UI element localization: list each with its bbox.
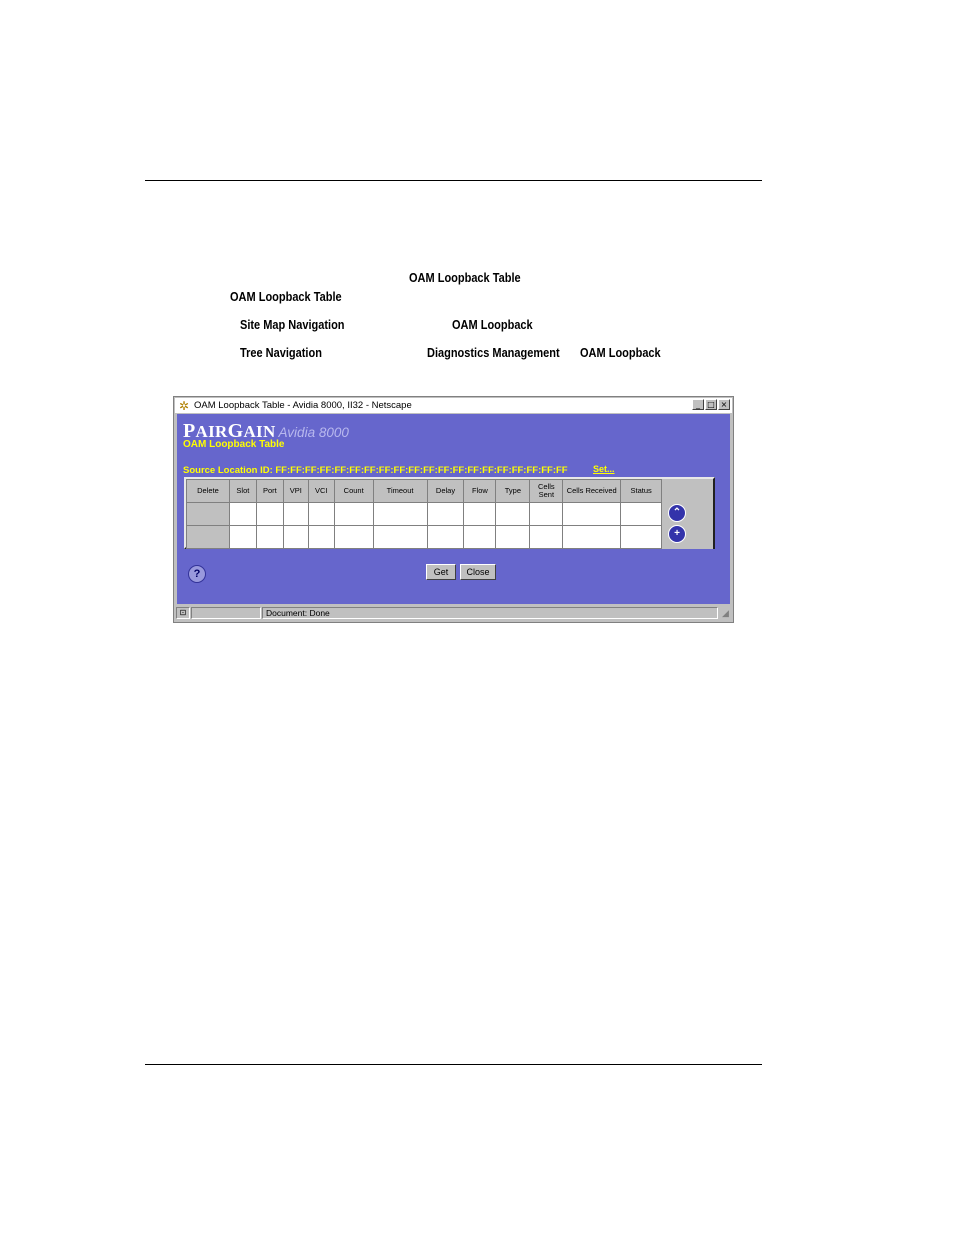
security-lock-cell: ⊡	[176, 607, 190, 619]
column-header: VPI	[282, 479, 309, 503]
delete-cell[interactable]	[186, 525, 230, 549]
doc-site-map-target: OAM Loopback	[452, 318, 533, 332]
table-cell[interactable]	[463, 502, 497, 526]
table-cell[interactable]	[282, 502, 309, 526]
table-cell[interactable]	[529, 502, 564, 526]
table-cell[interactable]	[307, 525, 335, 549]
table-cell[interactable]	[333, 525, 374, 549]
top-rule	[145, 180, 762, 181]
table-cell[interactable]	[372, 525, 428, 549]
table-cell[interactable]	[562, 502, 622, 526]
add-row-button[interactable]: +	[668, 525, 686, 543]
question-mark-icon: ?	[193, 568, 201, 580]
doc-tree-menu: Diagnostics Management	[427, 346, 560, 360]
double-chevron-up-icon: ⌃	[672, 507, 682, 518]
set-source-link[interactable]: Set...	[593, 464, 615, 474]
column-header: Type	[495, 479, 531, 503]
close-window-button[interactable]: ×	[718, 399, 730, 410]
maximize-button[interactable]: □	[705, 399, 717, 410]
netscape-icon: ✲	[178, 398, 190, 413]
table-cell[interactable]	[228, 502, 257, 526]
column-header: Port	[255, 479, 284, 503]
table-cell[interactable]	[307, 502, 335, 526]
column-header: Cells Sent	[529, 479, 564, 503]
bottom-rule	[145, 1064, 762, 1065]
column-header: Delay	[426, 479, 465, 503]
plus-icon: +	[674, 528, 680, 539]
table-cell[interactable]	[620, 502, 663, 526]
table-cell[interactable]	[620, 525, 663, 549]
table-cell[interactable]	[426, 502, 465, 526]
oam-loopback-table: Delete Slot Port VPI VCI Count Timeout Delay Flo…	[184, 477, 715, 549]
table-cell[interactable]	[426, 525, 465, 549]
column-header: Cells Received	[562, 479, 622, 503]
column-header: Count	[333, 479, 374, 503]
lock-icon: ⊡	[179, 608, 187, 617]
table-cell[interactable]	[255, 525, 284, 549]
table-row	[186, 525, 713, 549]
delete-cell[interactable]	[186, 502, 230, 526]
page-content: PAIRGAIN Avidia 8000 OAM Loopback Table S…	[177, 414, 730, 604]
table-cell[interactable]	[372, 502, 428, 526]
column-header: Flow	[463, 479, 497, 503]
column-header: Timeout	[372, 479, 428, 503]
table-cell[interactable]	[495, 525, 531, 549]
column-header: Slot	[228, 479, 257, 503]
table-cell[interactable]	[562, 525, 622, 549]
doc-site-map-label: Site Map Navigation	[240, 318, 345, 332]
column-header: Status	[620, 479, 663, 503]
progress-cell	[191, 607, 261, 619]
column-header: Delete	[186, 479, 230, 503]
product-name: Avidia 8000	[278, 425, 349, 440]
table-cell[interactable]	[463, 525, 497, 549]
resize-grip-icon[interactable]: ◢	[720, 608, 731, 619]
doc-tree-label: Tree Navigation	[240, 346, 322, 360]
title-bar: ✲ OAM Loopback Table - Avidia 8000, II32…	[175, 398, 732, 413]
scroll-up-button[interactable]: ⌃	[668, 504, 686, 522]
table-cell[interactable]	[282, 525, 309, 549]
minimize-button[interactable]: _	[692, 399, 704, 410]
table-cell[interactable]	[228, 525, 257, 549]
source-location-id: Source Location ID: FF:FF:FF:FF:FF:FF:FF…	[183, 465, 568, 476]
scroll-column	[661, 479, 713, 503]
doc-term-oam-table-1: OAM Loopback Table	[409, 271, 521, 285]
status-message: Document: Done	[262, 607, 718, 619]
netscape-window: ✲ OAM Loopback Table - Avidia 8000, II32…	[173, 396, 734, 623]
doc-term-oam-table-2: OAM Loopback Table	[230, 290, 342, 304]
window-controls: _ □ ×	[692, 399, 730, 410]
doc-tree-target: OAM Loopback	[580, 346, 661, 360]
table-cell[interactable]	[495, 502, 531, 526]
table-row	[186, 502, 713, 526]
table-cell[interactable]	[255, 502, 284, 526]
close-button[interactable]: Close	[460, 564, 496, 580]
status-bar: ⊡ Document: Done ◢	[175, 606, 732, 621]
get-button[interactable]: Get	[426, 564, 456, 580]
table-cell[interactable]	[529, 525, 564, 549]
help-button[interactable]: ?	[188, 565, 206, 583]
window-title: OAM Loopback Table - Avidia 8000, II32 -…	[194, 400, 412, 411]
table-cell[interactable]	[333, 502, 374, 526]
page-subtitle: OAM Loopback Table	[183, 439, 285, 450]
column-header: VCI	[307, 479, 335, 503]
